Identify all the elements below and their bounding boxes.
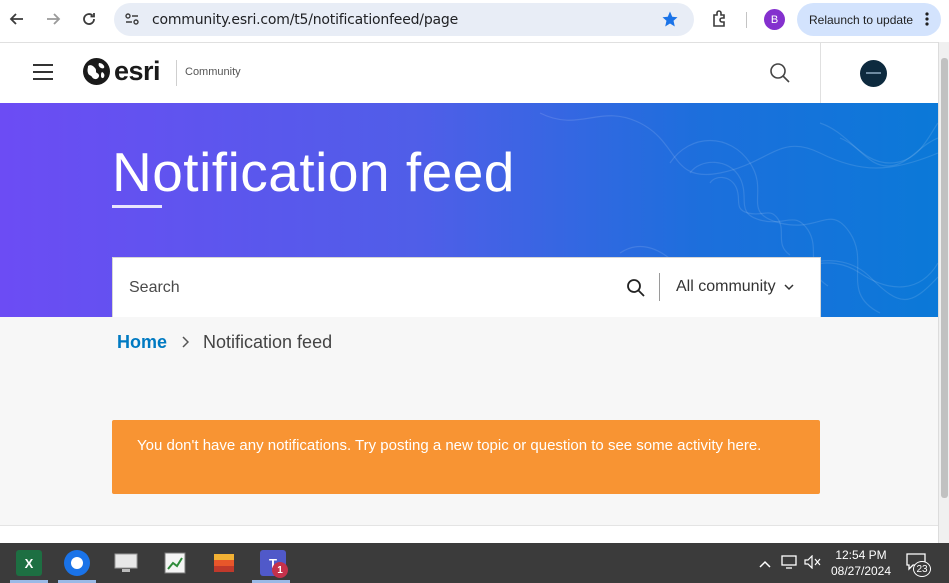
logo-text: esri	[114, 56, 161, 86]
scrollbar-thumb[interactable]	[941, 58, 948, 498]
chevron-down-icon	[784, 278, 794, 296]
teams-badge-count: 1	[277, 564, 283, 576]
search-icon[interactable]	[626, 278, 646, 303]
system-clock[interactable]: 12:54 PM 08/27/2024	[828, 547, 894, 579]
profile-avatar[interactable]: B	[764, 9, 785, 30]
search-divider	[659, 273, 660, 301]
header-search-icon[interactable]	[769, 62, 791, 89]
browser-app-inner	[71, 557, 83, 569]
header-divider	[820, 43, 821, 104]
more-menu-icon	[925, 12, 929, 29]
address-bar[interactable]: community.esri.com/t5/notificationfeed/p…	[114, 3, 694, 36]
extensions-icon[interactable]	[710, 9, 730, 34]
hamburger-menu-icon[interactable]	[33, 64, 53, 85]
globe-icon	[83, 58, 110, 85]
notification-count-badge: 23	[913, 561, 931, 577]
clock-time: 12:54 PM	[835, 548, 887, 562]
chart-app-icon[interactable]	[162, 550, 188, 576]
back-arrow-icon	[9, 13, 23, 25]
browser-app-icon[interactable]	[64, 550, 90, 576]
stacked-app-icon[interactable]	[211, 550, 237, 576]
empty-notifications-notice: You don't have any notifications. Try po…	[112, 420, 820, 494]
forward-button[interactable]	[41, 7, 65, 31]
network-icon[interactable]	[781, 555, 797, 574]
reload-icon	[83, 13, 95, 25]
teams-icon[interactable]: T 1	[260, 550, 288, 578]
esri-logo[interactable]: esri	[82, 56, 161, 87]
volume-muted-icon[interactable]	[804, 554, 822, 574]
site-info-icon[interactable]	[124, 11, 140, 32]
logo-divider	[176, 60, 177, 86]
avatar-detail	[866, 72, 881, 74]
profile-initial: B	[770, 13, 779, 26]
excel-icon[interactable]: X	[16, 550, 42, 576]
search-input[interactable]: Search	[129, 279, 180, 297]
site-header: esri Community	[0, 42, 938, 104]
forward-arrow-icon	[47, 13, 61, 25]
breadcrumb: Home Notification feed	[117, 332, 332, 353]
search-panel: Search All community	[112, 257, 821, 318]
toolbar-divider	[746, 12, 747, 28]
teams-badge: 1	[272, 562, 288, 578]
page-title: Notification feed	[112, 141, 515, 203]
relaunch-label: Relaunch to update	[809, 12, 914, 27]
clock-date: 08/27/2024	[830, 564, 892, 578]
breadcrumb-home-link[interactable]: Home	[117, 332, 167, 353]
remote-desktop-icon[interactable]	[113, 550, 139, 576]
bookmark-star-icon[interactable]	[661, 10, 679, 33]
title-underline	[112, 205, 162, 208]
back-button[interactable]	[5, 7, 29, 31]
notification-count: 23	[916, 563, 928, 575]
community-label[interactable]: Community	[185, 66, 241, 78]
page-footer-edge	[0, 525, 938, 543]
relaunch-button[interactable]: Relaunch to update	[797, 3, 941, 36]
windows-taskbar: X T 1 12:54 PM 08/27/2024 23	[0, 543, 949, 583]
user-avatar[interactable]	[860, 60, 887, 87]
breadcrumb-current: Notification feed	[203, 332, 333, 352]
chevron-up-icon[interactable]	[759, 556, 771, 574]
chevron-right-icon	[181, 332, 190, 353]
notification-center-icon[interactable]: 23	[905, 552, 931, 577]
notice-message: You don't have any notifications. Try po…	[137, 437, 762, 454]
url-text[interactable]: community.esri.com/t5/notificationfeed/p…	[152, 12, 458, 28]
browser-toolbar: community.esri.com/t5/notificationfeed/p…	[0, 0, 949, 42]
search-scope-select[interactable]: All community	[676, 278, 794, 296]
reload-button[interactable]	[77, 7, 101, 31]
page-scrollbar[interactable]	[938, 42, 949, 543]
search-scope-label: All community	[676, 278, 776, 295]
